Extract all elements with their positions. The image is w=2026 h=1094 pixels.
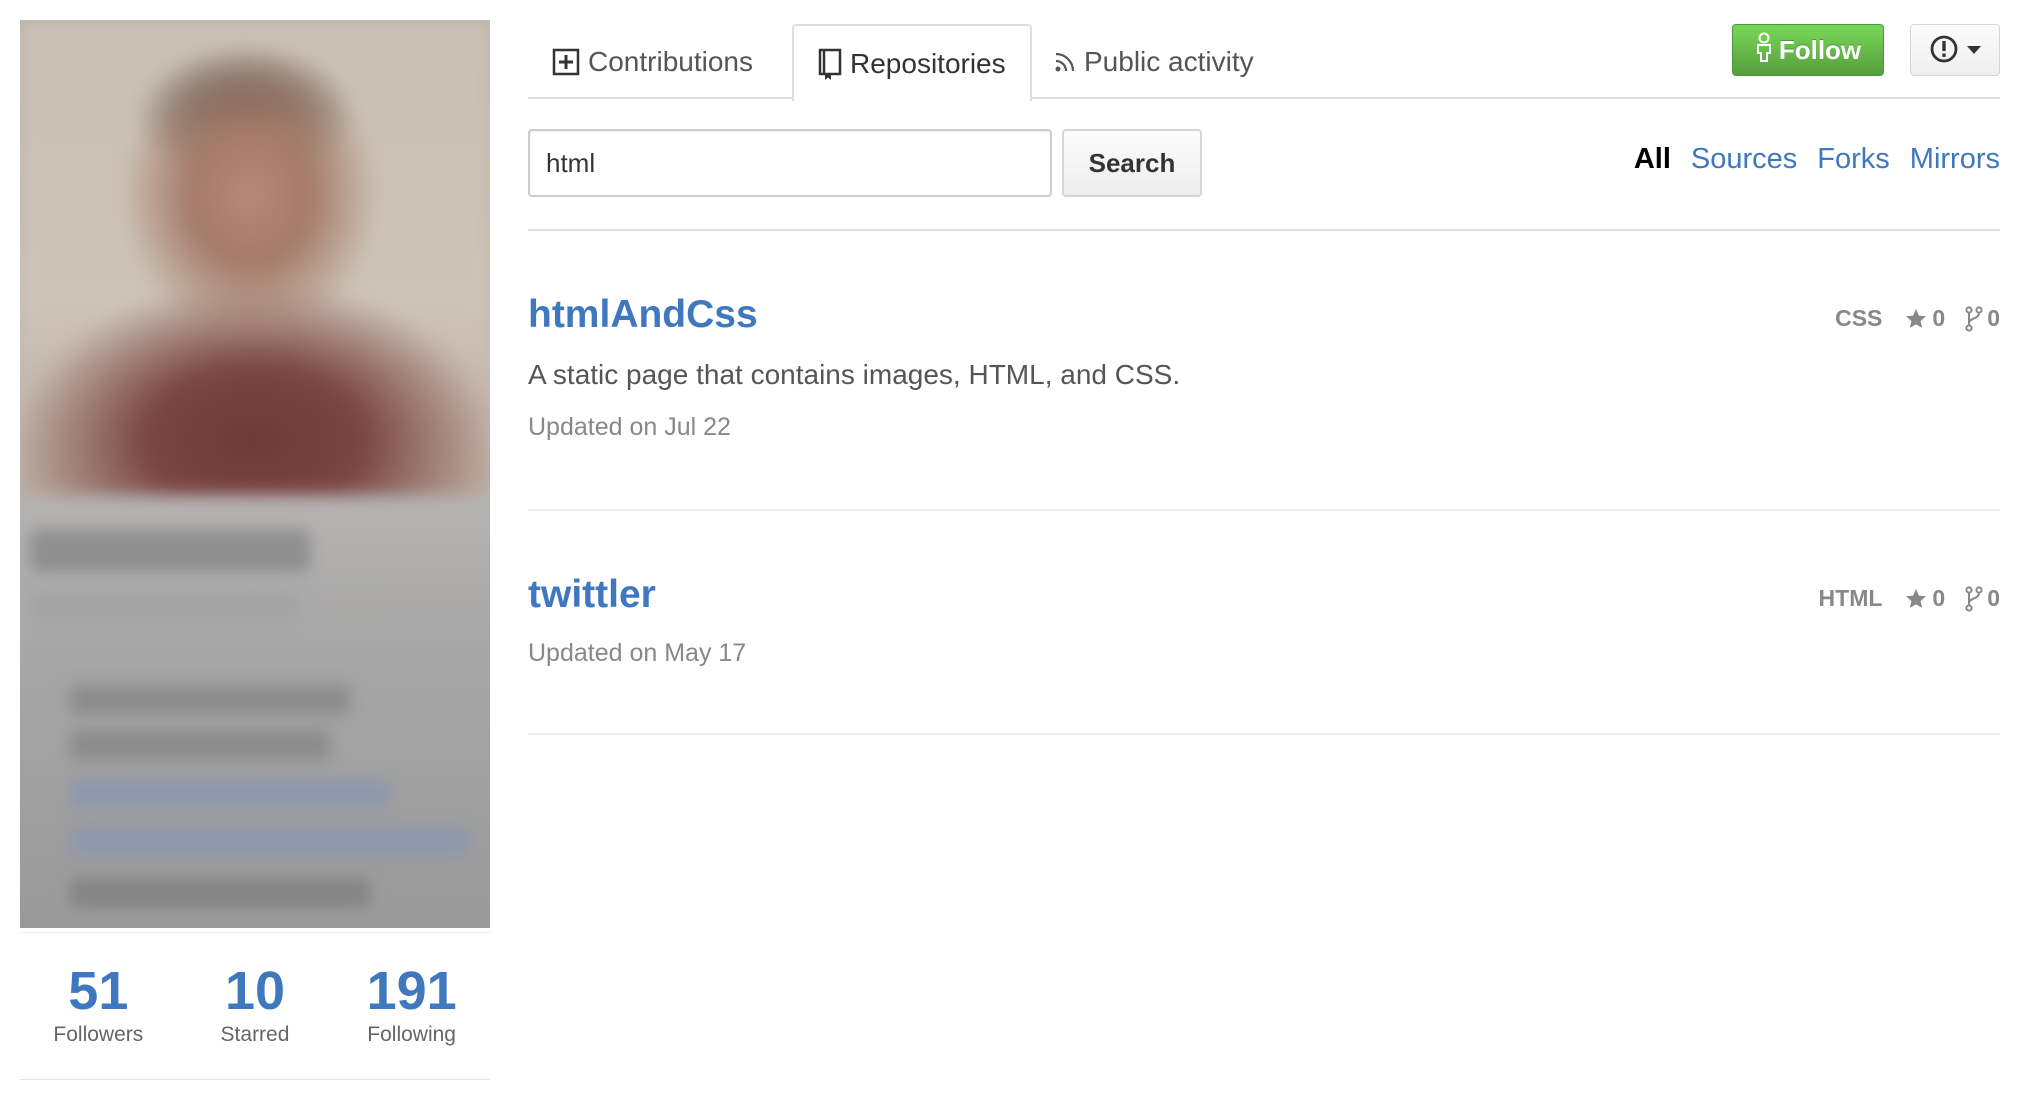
- repo-description: A static page that contains images, HTML…: [528, 359, 1181, 390]
- tab-repositories-label: Repositories: [850, 47, 1006, 79]
- follow-button[interactable]: Follow: [1732, 24, 1884, 76]
- following-label: Following: [367, 1023, 456, 1046]
- repo-filter-bar: Search All Sources Forks Mirrors: [528, 99, 2000, 231]
- profile-link-blurred[interactable]: [70, 780, 390, 808]
- repo-list-item: twittler HTML 0 0 Updated on May 17: [528, 511, 2000, 735]
- filter-forks[interactable]: Forks: [1817, 143, 1890, 176]
- repo-updated: Updated on Jul 22: [528, 413, 731, 441]
- follow-button-label: Follow: [1778, 34, 1862, 65]
- alert-circle-icon: [1929, 34, 1959, 67]
- repo-list-item: htmlAndCss CSS 0 0 A static page that co…: [528, 231, 2000, 511]
- filter-all[interactable]: All: [1634, 143, 1671, 176]
- search-button[interactable]: Search: [1062, 129, 1202, 197]
- tab-contributions-label: Contributions: [588, 45, 753, 77]
- filter-mirrors[interactable]: Mirrors: [1910, 143, 2000, 176]
- report-dropdown-button[interactable]: [1910, 24, 2000, 76]
- repo-search-input[interactable]: [528, 129, 1052, 197]
- repo-meta: CSS 0 0: [1835, 305, 2000, 332]
- profile-detail-blurred: [70, 685, 350, 715]
- profile-name-blurred: [30, 530, 310, 572]
- repo-forks[interactable]: 0: [1965, 585, 2000, 612]
- repo-fork-count: 0: [1987, 585, 2000, 611]
- chevron-down-icon: [1967, 46, 1981, 54]
- profile-joined-blurred: [70, 878, 370, 908]
- profile-stats: 51 Followers 10 Starred 191 Following: [20, 932, 490, 1080]
- fork-icon: [1965, 305, 1983, 332]
- avatar[interactable]: [20, 20, 490, 495]
- repo-fork-count: 0: [1987, 305, 2000, 331]
- following-stat[interactable]: 191 Following: [337, 963, 487, 1047]
- repo-stargazers[interactable]: 0: [1904, 585, 1945, 612]
- repo-language: HTML: [1818, 585, 1883, 611]
- repo-meta: HTML 0 0: [1819, 585, 2000, 612]
- followers-label: Followers: [53, 1023, 144, 1046]
- repo-updated: Updated on May 17: [528, 639, 747, 667]
- profile-card-blurred: [20, 20, 490, 928]
- tab-repositories[interactable]: Repositories: [792, 24, 1032, 101]
- star-icon: [1906, 308, 1927, 328]
- star-icon: [1906, 588, 1927, 608]
- tab-public-activity[interactable]: Public activity: [1030, 24, 1278, 99]
- followers-count: 51: [68, 961, 129, 1021]
- repo-language: CSS: [1835, 305, 1883, 331]
- profile-detail-blurred: [70, 730, 330, 760]
- tab-contributions[interactable]: Contributions: [528, 24, 777, 99]
- repo-type-filters: All Sources Forks Mirrors: [1634, 143, 2000, 176]
- repo-name-link[interactable]: htmlAndCss: [528, 293, 758, 337]
- person-icon: [1755, 32, 1779, 69]
- repo-star-count: 0: [1932, 305, 1946, 331]
- profile-sidebar: 51 Followers 10 Starred 191 Following: [20, 20, 490, 1080]
- profile-username-blurred: [30, 592, 300, 620]
- repo-name-link[interactable]: twittler: [528, 573, 656, 617]
- fork-icon: [1965, 585, 1983, 612]
- starred-count: 10: [224, 961, 286, 1021]
- repo-book-icon: [818, 48, 842, 80]
- repo-forks[interactable]: 0: [1965, 305, 2000, 332]
- diff-added-icon: [552, 48, 580, 76]
- profile-link-blurred[interactable]: [70, 828, 470, 856]
- repo-stargazers[interactable]: 0: [1904, 305, 1945, 332]
- repo-star-count: 0: [1932, 585, 1946, 611]
- rss-icon: [1054, 51, 1076, 73]
- followers-stat[interactable]: 51 Followers: [23, 963, 173, 1047]
- profile-tabnav: Contributions Repositories Public activi…: [528, 24, 2000, 101]
- tab-public-activity-label: Public activity: [1084, 45, 1254, 77]
- following-count: 191: [366, 961, 457, 1021]
- filter-sources[interactable]: Sources: [1691, 143, 1797, 176]
- starred-stat[interactable]: 10 Starred: [180, 963, 330, 1047]
- main-content: Contributions Repositories Public activi…: [528, 24, 2000, 735]
- starred-label: Starred: [220, 1023, 290, 1046]
